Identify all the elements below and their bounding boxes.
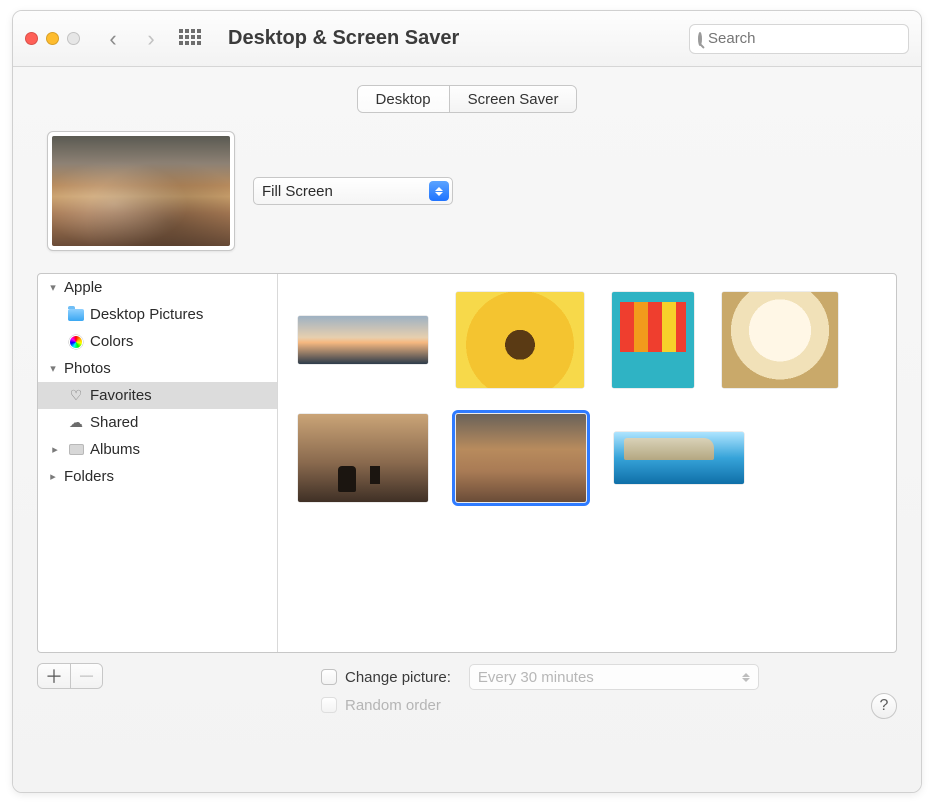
change-interval-popup: Every 30 minutes	[469, 664, 759, 690]
chevron-right-icon: ›	[147, 28, 154, 50]
remove-folder-button: －	[70, 664, 102, 688]
sidebar-group-photos[interactable]: ▾ Photos	[38, 355, 277, 382]
cloud-icon: ☁	[66, 414, 86, 431]
window-controls	[25, 32, 80, 45]
heart-icon: ♡	[66, 387, 86, 404]
forward-button: ›	[136, 25, 166, 53]
sidebar-item-favorites[interactable]: ♡ Favorites	[38, 382, 277, 409]
tab-screen-saver[interactable]: Screen Saver	[449, 86, 577, 112]
thumbnail[interactable]	[722, 292, 838, 388]
popup-stepper-icon	[429, 181, 449, 201]
thumbnail[interactable]	[298, 414, 428, 502]
thumbnail-grid	[278, 274, 896, 652]
window-title: Desktop & Screen Saver	[228, 27, 459, 50]
chevron-left-icon: ‹	[109, 28, 116, 50]
albums-icon	[69, 444, 84, 455]
pane-body: Desktop Screen Saver Fill Screen ▾ Apple	[13, 67, 921, 792]
add-folder-button[interactable]: ＋	[38, 664, 70, 688]
grid-icon	[179, 29, 199, 49]
search-input[interactable]	[708, 30, 907, 47]
thumbnail[interactable]	[614, 432, 744, 484]
thumbnail-selected[interactable]	[456, 414, 586, 502]
random-order-label: Random order	[345, 697, 441, 714]
popup-stepper-icon	[738, 669, 754, 685]
titlebar: ‹ › Desktop & Screen Saver	[13, 11, 921, 67]
desktop-preview	[47, 131, 235, 251]
desktop-preview-image	[52, 136, 230, 246]
thumbnail[interactable]	[612, 292, 694, 388]
disclosure-right-icon: ▸	[46, 470, 60, 483]
thumbnail[interactable]	[298, 316, 428, 364]
sidebar-item-colors[interactable]: Colors	[38, 328, 277, 355]
preferences-window: { "titlebar": { "title": "Desktop & Scre…	[12, 10, 922, 793]
source-sidebar: ▾ Apple Desktop Pictures Colors ▾ Photos…	[38, 274, 278, 652]
add-remove-segmented: ＋ －	[37, 663, 103, 689]
fit-mode-popup[interactable]: Fill Screen	[253, 177, 453, 205]
sidebar-item-shared[interactable]: ☁ Shared	[38, 409, 277, 436]
change-interval-value: Every 30 minutes	[478, 669, 594, 686]
help-button[interactable]: ?	[871, 693, 897, 719]
random-order-row: Random order	[321, 691, 759, 719]
change-picture-label: Change picture:	[345, 669, 451, 686]
search-icon	[698, 32, 702, 46]
color-wheel-icon	[69, 335, 83, 349]
close-button[interactable]	[25, 32, 38, 45]
tab-segmented-control: Desktop Screen Saver	[357, 85, 578, 113]
folder-icon	[68, 309, 84, 321]
back-button[interactable]: ‹	[98, 25, 128, 53]
disclosure-down-icon: ▾	[46, 281, 60, 294]
random-order-checkbox	[321, 697, 337, 713]
sidebar-item-desktop-pictures[interactable]: Desktop Pictures	[38, 301, 277, 328]
footer-controls: ＋ － Change picture: Every 30 minutes	[37, 663, 897, 719]
source-split: ▾ Apple Desktop Pictures Colors ▾ Photos…	[37, 273, 897, 653]
sidebar-item-albums[interactable]: ▸ Albums	[38, 436, 277, 463]
search-field[interactable]	[689, 24, 909, 54]
show-all-button[interactable]	[174, 25, 204, 53]
fit-mode-value: Fill Screen	[262, 183, 333, 200]
disclosure-down-icon: ▾	[46, 362, 60, 375]
sidebar-group-folders[interactable]: ▸ Folders	[38, 463, 277, 490]
thumbnail[interactable]	[456, 292, 584, 388]
change-picture-checkbox[interactable]	[321, 669, 337, 685]
tab-desktop[interactable]: Desktop	[358, 86, 449, 112]
zoom-button-disabled	[67, 32, 80, 45]
sidebar-group-apple[interactable]: ▾ Apple	[38, 274, 277, 301]
disclosure-right-icon: ▸	[48, 443, 62, 456]
change-picture-row: Change picture: Every 30 minutes	[321, 663, 759, 691]
minimize-button[interactable]	[46, 32, 59, 45]
